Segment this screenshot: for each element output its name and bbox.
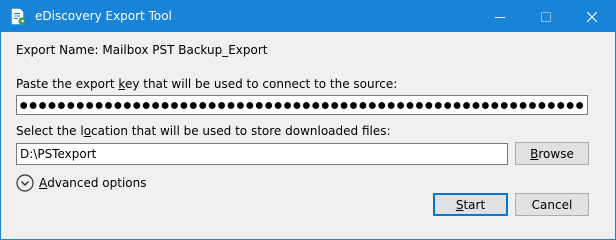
minimize-button[interactable]	[477, 1, 523, 32]
window-title: eDiscovery Export Tool	[35, 9, 172, 23]
browse-button[interactable]: Browse	[515, 142, 589, 165]
maximize-icon	[541, 11, 551, 22]
export-name-label: Export Name: Mailbox PST Backup_Export	[16, 43, 268, 57]
export-key-label-part: Paste the export	[16, 77, 119, 91]
location-label: Select the location that will be used to…	[16, 124, 391, 138]
start-label: tart	[463, 197, 486, 212]
browse-accelerator: B	[530, 146, 539, 161]
export-tool-icon	[11, 8, 26, 25]
close-button[interactable]	[569, 1, 615, 32]
export-key-label-part: ey that will be used to connect to the s…	[124, 77, 398, 91]
close-icon	[587, 11, 597, 22]
advanced-options-toggle[interactable]: Advanced options	[16, 173, 147, 193]
cancel-button[interactable]: Cancel	[515, 193, 589, 216]
browse-label: rowse	[538, 146, 574, 161]
location-path-input[interactable]	[16, 143, 508, 165]
title-bar[interactable]: eDiscovery Export Tool	[1, 1, 615, 32]
export-key-label: Paste the export key that will be used t…	[16, 77, 397, 91]
location-label-part: cation that will be used to store downlo…	[91, 124, 391, 138]
advanced-options-label: dvanced options	[47, 176, 147, 190]
dialog-body: Export Name: Mailbox PST Backup_Export P…	[1, 32, 615, 239]
chevron-down-circle-icon	[16, 174, 34, 192]
start-accelerator: S	[455, 197, 464, 212]
export-tool-window: eDiscovery Export Tool Export Name: Mail…	[0, 0, 616, 240]
location-accelerator: o	[83, 124, 92, 138]
export-key-input[interactable]	[16, 95, 588, 115]
minimize-icon	[495, 16, 505, 18]
advanced-options-accelerator: A	[39, 176, 48, 190]
start-button[interactable]: Start	[433, 193, 508, 216]
masked-key-dots	[19, 101, 585, 110]
maximize-button[interactable]	[523, 1, 569, 32]
location-label-part: Select the l	[16, 124, 84, 138]
